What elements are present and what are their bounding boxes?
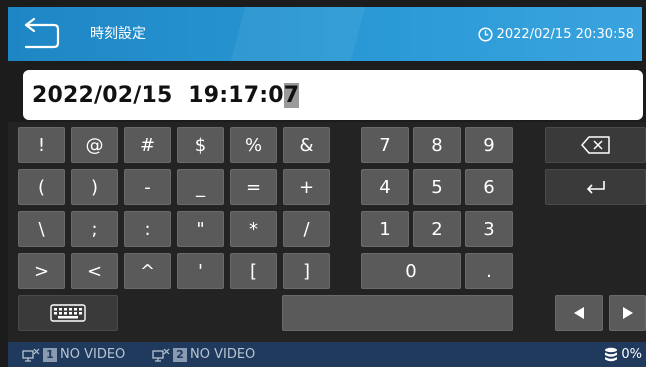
key-minus[interactable]: - xyxy=(124,169,171,205)
left-arrow-icon xyxy=(574,307,584,319)
storage-status: 0% xyxy=(604,342,642,367)
key-ampersand[interactable]: & xyxy=(283,127,330,163)
key-equals[interactable]: = xyxy=(230,169,277,205)
cursor-left-button[interactable] xyxy=(555,295,603,331)
key-dot[interactable]: . xyxy=(465,253,513,289)
page-title: 時刻設定 xyxy=(90,26,146,42)
database-icon xyxy=(605,347,618,361)
input-value-text: 2022/02/15 19:17:0 xyxy=(32,82,284,108)
network-icon xyxy=(152,348,170,362)
key-plus[interactable]: + xyxy=(283,169,330,205)
system-datetime: 2022/02/15 20:30:58 xyxy=(477,7,634,61)
backspace-icon xyxy=(580,136,610,154)
key-slash[interactable]: / xyxy=(283,211,330,247)
channel-1-text: NO VIDEO xyxy=(60,347,126,362)
key-open-paren[interactable]: ( xyxy=(18,169,65,205)
key-dollar[interactable]: $ xyxy=(177,127,224,163)
key-1[interactable]: 1 xyxy=(361,211,409,247)
key-close-bracket[interactable]: ] xyxy=(283,253,330,289)
key-at[interactable]: @ xyxy=(71,127,118,163)
key-greater-than[interactable]: > xyxy=(18,253,65,289)
key-6[interactable]: 6 xyxy=(465,169,513,205)
header-bar: 時刻設定 2022/02/15 20:30:58 xyxy=(8,7,642,61)
key-close-paren[interactable]: ) xyxy=(71,169,118,205)
keyboard-toggle-button[interactable] xyxy=(18,295,118,331)
key-backslash[interactable]: \ xyxy=(18,211,65,247)
key-colon[interactable]: : xyxy=(124,211,171,247)
key-4[interactable]: 4 xyxy=(361,169,409,205)
space-bar[interactable] xyxy=(282,295,513,331)
key-single-quote[interactable]: ' xyxy=(177,253,224,289)
channel-1-number: 1 xyxy=(43,347,57,362)
input-cursor-char: 7 xyxy=(283,82,300,108)
on-screen-keyboard: ! @ # $ % & ( ) - _ = + \ ; : " * / > < … xyxy=(8,122,646,342)
enter-button[interactable] xyxy=(545,169,646,205)
key-5[interactable]: 5 xyxy=(413,169,461,205)
key-hash[interactable]: # xyxy=(124,127,171,163)
key-2[interactable]: 2 xyxy=(413,211,461,247)
key-asterisk[interactable]: * xyxy=(230,211,277,247)
storage-percent: 0% xyxy=(621,347,642,362)
key-3[interactable]: 3 xyxy=(465,211,513,247)
channel-2-text: NO VIDEO xyxy=(190,347,256,362)
key-9[interactable]: 9 xyxy=(465,127,513,163)
key-double-quote[interactable]: " xyxy=(177,211,224,247)
back-button[interactable] xyxy=(22,17,62,51)
channel-1-status: 1 NO VIDEO xyxy=(22,342,125,367)
network-icon xyxy=(22,348,40,362)
back-arrow-icon xyxy=(24,17,60,49)
datetime-text: 2022/02/15 20:30:58 xyxy=(496,26,634,42)
key-percent[interactable]: % xyxy=(230,127,277,163)
status-bar: 1 NO VIDEO 2 NO VIDEO 0% xyxy=(8,342,646,367)
cursor-right-button[interactable] xyxy=(609,295,646,331)
key-semicolon[interactable]: ; xyxy=(71,211,118,247)
time-input-field[interactable]: 2022/02/15 19:17:07 xyxy=(23,70,643,120)
enter-icon xyxy=(586,181,605,194)
key-underscore[interactable]: _ xyxy=(177,169,224,205)
key-open-bracket[interactable]: [ xyxy=(230,253,277,289)
key-0[interactable]: 0 xyxy=(361,253,461,289)
channel-2-status: 2 NO VIDEO xyxy=(152,342,255,367)
key-exclamation[interactable]: ! xyxy=(18,127,65,163)
clock-icon xyxy=(477,26,493,42)
keyboard-icon xyxy=(50,304,86,322)
key-caret[interactable]: ^ xyxy=(124,253,171,289)
backspace-button[interactable] xyxy=(545,127,646,163)
right-arrow-icon xyxy=(622,307,633,319)
key-8[interactable]: 8 xyxy=(413,127,461,163)
key-less-than[interactable]: < xyxy=(71,253,118,289)
input-value: 2022/02/15 19:17:07 xyxy=(32,82,300,108)
channel-2-number: 2 xyxy=(173,347,187,362)
key-7[interactable]: 7 xyxy=(361,127,409,163)
